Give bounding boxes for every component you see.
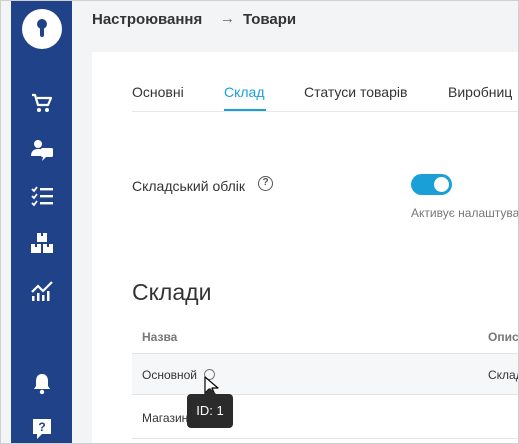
analytics-chart-icon[interactable] xyxy=(30,278,54,302)
sidebar: ? xyxy=(11,1,72,443)
tab-product-statuses[interactable]: Статуси товарів xyxy=(304,84,407,100)
tab-manufacturers[interactable]: Виробниц xyxy=(448,84,512,100)
breadcrumb-settings[interactable]: Настроювання xyxy=(92,11,202,28)
column-header-name: Назва xyxy=(142,330,178,344)
column-header-description: Опис xyxy=(488,330,519,344)
app-window: ? Настроювання → Товари Основні Склад Ст… xyxy=(0,0,519,444)
warehouses-title: Склади xyxy=(132,279,212,305)
help-icon[interactable]: ? xyxy=(30,417,54,441)
toggle-knob xyxy=(434,177,449,192)
cart-icon[interactable] xyxy=(30,91,54,115)
tab-warehouse[interactable]: Склад xyxy=(224,84,265,100)
active-tab-indicator xyxy=(224,109,266,111)
breadcrumb-arrow-icon: → xyxy=(220,10,235,27)
stock-accounting-toggle[interactable] xyxy=(411,174,452,195)
header: Настроювання → Товари xyxy=(72,1,518,39)
logo[interactable] xyxy=(22,9,62,49)
tab-main[interactable]: Основні xyxy=(132,84,184,100)
bell-icon[interactable] xyxy=(30,372,54,396)
stock-accounting-hint: Активує налаштува xyxy=(411,206,519,220)
customers-icon[interactable] xyxy=(30,138,54,162)
help-circle-icon[interactable]: ? xyxy=(258,176,273,191)
table-row-divider xyxy=(132,438,518,439)
tooltip-text: ID: 1 xyxy=(196,403,224,418)
svg-text:?: ? xyxy=(38,420,45,434)
warehouse-name[interactable]: Основной xyxy=(142,368,197,382)
tasks-list-icon[interactable] xyxy=(30,184,54,208)
stock-accounting-label: Складський облік xyxy=(132,178,246,194)
warehouse-description: Склад xyxy=(488,368,518,382)
tabs-divider xyxy=(132,111,518,112)
products-boxes-icon[interactable] xyxy=(30,231,54,255)
id-tooltip: ID: 1 xyxy=(187,388,233,428)
breadcrumb-current: Товари xyxy=(243,11,297,28)
warehouse-name[interactable]: Магазин xyxy=(142,411,188,425)
